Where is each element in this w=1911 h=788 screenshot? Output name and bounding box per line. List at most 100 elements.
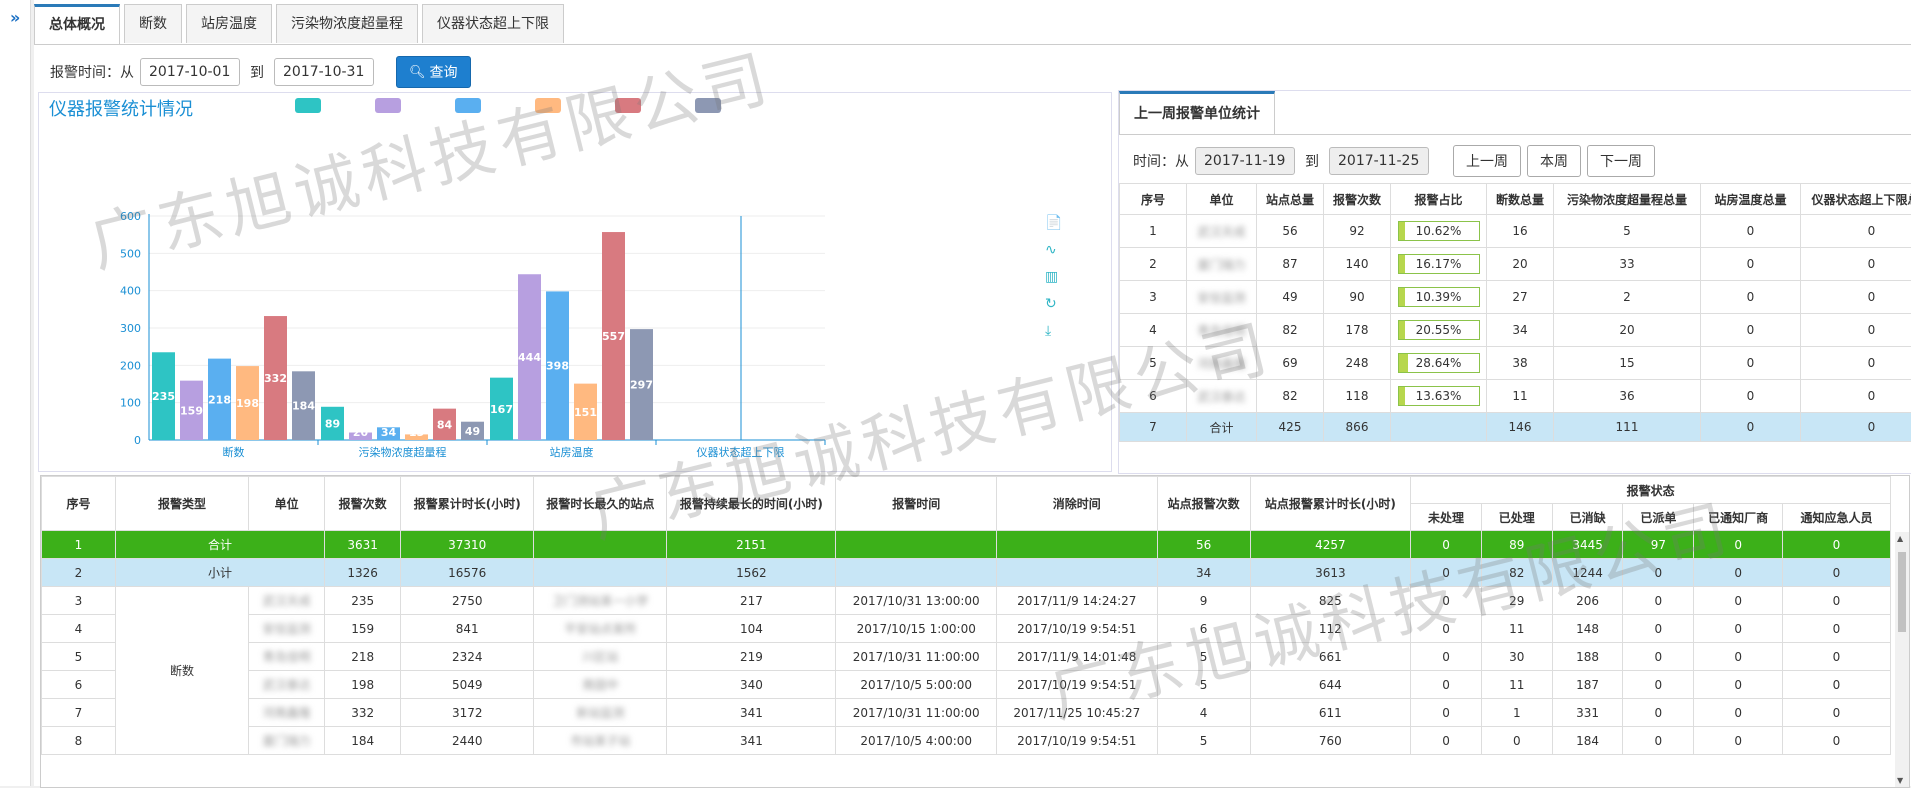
week-cell-inst: 0 xyxy=(1801,347,1911,380)
total-row[interactable]: 1合计363137310215156425708934459700 xyxy=(42,531,1891,559)
tab-overview[interactable]: 总体概况 xyxy=(34,4,120,45)
week-cell-inst: 0 xyxy=(1801,281,1911,314)
alarm-hours: 2324 xyxy=(401,643,534,671)
x-tick-label: 仪器状态超上下限 xyxy=(697,445,785,459)
site-alarm-count: 5 xyxy=(1157,671,1250,699)
week-row[interactable]: 3安信监测499010.39%27200 xyxy=(1120,281,1911,314)
status-s2: 11 xyxy=(1481,615,1552,643)
status-col-header: 已处理 xyxy=(1481,504,1552,531)
clear-time xyxy=(997,531,1158,559)
restore-icon[interactable]: ↻ xyxy=(1045,296,1062,323)
week-cell-temp: 0 xyxy=(1701,347,1801,380)
week-cell-alarms: 92 xyxy=(1324,215,1391,248)
longest-duration: 2151 xyxy=(667,531,836,559)
detail-row[interactable]: 5青岛佳明2182324川区站2192017/10/31 11:00:00201… xyxy=(42,643,1891,671)
bar-value-label: 198 xyxy=(236,397,259,410)
alarm-count: 3631 xyxy=(325,531,401,559)
bar-chart-icon[interactable]: ▥ xyxy=(1045,269,1062,296)
prev-week-button[interactable]: 上一周 xyxy=(1453,145,1521,177)
detail-row[interactable]: 3断数武汉天成2352750卫门测站某一小学2172017/10/31 13:0… xyxy=(42,587,1891,615)
week-date-from[interactable] xyxy=(1195,147,1295,175)
tab-disconnect[interactable]: 断数 xyxy=(124,4,182,43)
week-col-header: 单位 xyxy=(1187,184,1257,215)
row-number: 8 xyxy=(42,727,116,755)
x-tick-label: 断数 xyxy=(223,445,245,459)
alarm-time xyxy=(836,531,997,559)
detail-row[interactable]: 4安信监测159841平安站点某所1042017/10/15 1:00:0020… xyxy=(42,615,1891,643)
week-cell-pollut: 111 xyxy=(1554,413,1701,442)
week-row[interactable]: 6武汉泰达8211813.63%113600 xyxy=(1120,380,1911,413)
status-s1: 0 xyxy=(1411,699,1482,727)
line-chart-icon[interactable]: ∿ xyxy=(1045,242,1062,269)
vertical-scrollbar[interactable]: ▲ ▼ xyxy=(1895,532,1909,787)
week-row[interactable]: 5河南鑫隆6924828.64%381500 xyxy=(1120,347,1911,380)
x-tick-label: 污染物浓度超量程 xyxy=(359,445,447,459)
status-s3: 331 xyxy=(1552,699,1623,727)
alarm-date-from[interactable] xyxy=(140,58,240,86)
alarm-bar-chart: 0100200300400500600断数235159218198332184污… xyxy=(39,93,1111,471)
unit-name: 河南鑫隆 xyxy=(249,699,325,727)
status-s6: 0 xyxy=(1783,699,1891,727)
next-week-button[interactable]: 下一周 xyxy=(1587,145,1655,177)
scroll-down-icon[interactable]: ▼ xyxy=(1897,776,1903,785)
tab-last-week-stats[interactable]: 上一周报警单位统计 xyxy=(1119,91,1275,134)
this-week-button[interactable]: 本周 xyxy=(1527,145,1581,177)
longest-duration: 341 xyxy=(667,699,836,727)
week-table-body: 1武汉天成569210.62%165002厦门瑞力8714016.17%2033… xyxy=(1120,215,1911,442)
alarm-hours: 3172 xyxy=(401,699,534,727)
week-row[interactable]: 1武汉天成569210.62%16500 xyxy=(1120,215,1911,248)
week-date-to[interactable] xyxy=(1329,147,1429,175)
status-s4: 0 xyxy=(1623,615,1694,643)
save-image-icon[interactable]: ⤓ xyxy=(1045,323,1062,350)
bar-value-label: 89 xyxy=(325,417,340,430)
longest-duration: 1562 xyxy=(667,559,836,587)
week-cell-unit: 合计 xyxy=(1187,413,1257,442)
alarm-count: 184 xyxy=(325,727,401,755)
unit-name: 青岛佳明 xyxy=(249,643,325,671)
detail-row[interactable]: 7河南鑫隆3323172新站监测3412017/10/31 11:00:0020… xyxy=(42,699,1891,727)
detail-row[interactable]: 6武汉泰达1985049南固中3402017/10/5 5:00:002017/… xyxy=(42,671,1891,699)
alarm-share-bar: 10.39% xyxy=(1398,287,1480,307)
status-s1: 0 xyxy=(1411,727,1482,755)
week-row[interactable]: 2厦门瑞力8714016.17%203300 xyxy=(1120,248,1911,281)
alarm-share-fill xyxy=(1399,321,1406,339)
status-s3: 3445 xyxy=(1552,531,1623,559)
unit-name: 武汉泰达 xyxy=(249,671,325,699)
alarm-time: 2017/10/5 5:00:00 xyxy=(836,671,997,699)
week-cell-temp: 0 xyxy=(1701,380,1801,413)
detail-col-header: 站点报警次数 xyxy=(1157,477,1250,531)
status-s2: 30 xyxy=(1481,643,1552,671)
week-cell-pollut: 20 xyxy=(1554,314,1701,347)
bar-value-label: 557 xyxy=(602,330,625,343)
status-s3: 188 xyxy=(1552,643,1623,671)
tab-room-temperature[interactable]: 站房温度 xyxy=(186,4,272,43)
subtotal-row[interactable]: 2小计13261657615623436130821244000 xyxy=(42,559,1891,587)
week-cell-alarms: 90 xyxy=(1324,281,1391,314)
bar-value-label: 218 xyxy=(208,393,231,406)
bar-value-label: 159 xyxy=(180,404,203,417)
scroll-up-icon[interactable]: ▲ xyxy=(1897,534,1903,543)
alarm-share-cell: 10.62% xyxy=(1391,215,1487,248)
alarm-count: 1326 xyxy=(325,559,401,587)
longest-site xyxy=(534,531,667,559)
week-total-row[interactable]: 7合计42586614611100 xyxy=(1120,413,1911,442)
scroll-thumb[interactable] xyxy=(1898,552,1906,632)
alarm-hours: 16576 xyxy=(401,559,534,587)
site-alarm-count: 5 xyxy=(1157,727,1250,755)
status-s5: 0 xyxy=(1694,671,1783,699)
alarm-share-bar: 20.55% xyxy=(1398,320,1480,340)
tab-instrument-limit[interactable]: 仪器状态超上下限 xyxy=(422,4,564,43)
week-cell-pollut: 36 xyxy=(1554,380,1701,413)
alarm-date-to[interactable] xyxy=(274,58,374,86)
detail-row[interactable]: 8厦门瑞力1842440市站某子站3412017/10/5 4:00:00201… xyxy=(42,727,1891,755)
tab-pollutant-over-range[interactable]: 污染物浓度超量程 xyxy=(276,4,418,43)
week-cell-unit: 河南鑫隆 xyxy=(1187,347,1257,380)
week-row[interactable]: 4青岛佳明8217820.55%342000 xyxy=(1120,314,1911,347)
week-cell-inst: 0 xyxy=(1801,380,1911,413)
status-s3: 184 xyxy=(1552,727,1623,755)
left-rail: » xyxy=(0,0,31,786)
query-button[interactable]: 🔍︎ 查询 xyxy=(396,56,471,88)
expand-sidebar-icon[interactable]: » xyxy=(10,8,20,27)
week-cell-unit: 武汉天成 xyxy=(1187,215,1257,248)
data-view-icon[interactable]: 📄 xyxy=(1045,215,1062,242)
